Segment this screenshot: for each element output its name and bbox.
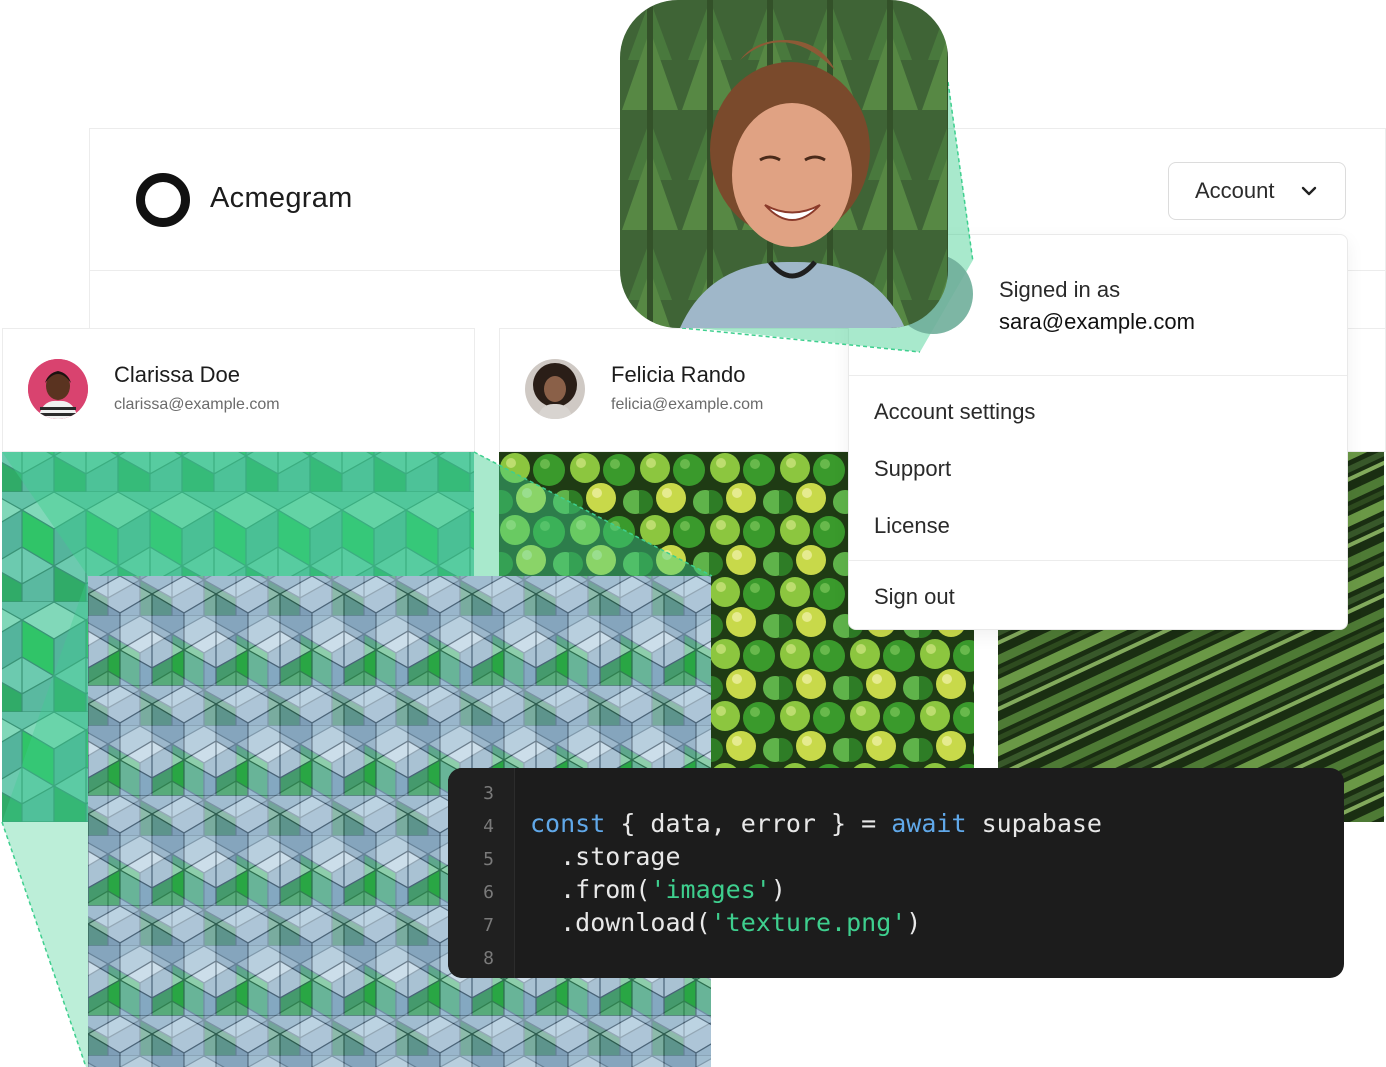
code-token: .storage: [530, 842, 681, 871]
profile-card[interactable]: Clarissa Doe clarissa@example.com: [2, 328, 475, 452]
menu-item-license[interactable]: License: [874, 513, 950, 539]
signed-in-email: sara@example.com: [999, 309, 1195, 334]
code-line: .download('texture.png'): [530, 908, 921, 937]
signed-in-label: Signed in as: [999, 277, 1121, 302]
profile-name: Felicia Rando: [611, 362, 746, 387]
line-number: 4: [483, 816, 494, 837]
code-token-string: 'images': [650, 875, 771, 904]
line-number: 8: [483, 948, 494, 969]
code-token-keyword: const: [530, 809, 606, 838]
code-token: .from(: [530, 875, 651, 904]
line-number: 6: [483, 882, 494, 903]
divider: [849, 560, 1347, 561]
code-token: ): [906, 908, 922, 937]
avatar: [525, 359, 585, 419]
profile-email: clarissa@example.com: [114, 396, 280, 413]
code-token: { data, error } =: [605, 809, 892, 838]
avatar: [28, 359, 88, 419]
line-number: 5: [483, 849, 494, 870]
account-button-label: Account: [1195, 178, 1275, 203]
divider: [849, 375, 1347, 376]
menu-item-support[interactable]: Support: [874, 456, 951, 482]
code-line: .from('images'): [530, 875, 786, 904]
profile-email: felicia@example.com: [611, 396, 764, 413]
code-token-keyword: await: [891, 809, 967, 838]
line-number: 7: [483, 915, 494, 936]
chevron-down-icon: [1301, 186, 1317, 196]
code-token-string: 'texture.png': [710, 908, 907, 937]
profile-name: Clarissa Doe: [114, 362, 240, 387]
code-snippet: 3 4 5 6 7 8 const { data, error } = awai…: [448, 768, 1344, 978]
user-photo-image: [620, 0, 948, 328]
code-line: .storage: [530, 842, 681, 871]
menu-item-account-settings[interactable]: Account settings: [874, 399, 1035, 425]
menu-item-sign-out[interactable]: Sign out: [874, 584, 955, 610]
code-token: supabase: [966, 809, 1102, 838]
code-line: const { data, error } = await supabase: [530, 809, 1102, 838]
account-button[interactable]: Account: [1168, 162, 1346, 220]
line-number: 3: [483, 783, 494, 804]
logo-ring-icon: [136, 173, 190, 227]
code-token: ): [770, 875, 786, 904]
code-token: .download(: [530, 908, 711, 937]
app-title: Acmegram: [210, 182, 353, 214]
